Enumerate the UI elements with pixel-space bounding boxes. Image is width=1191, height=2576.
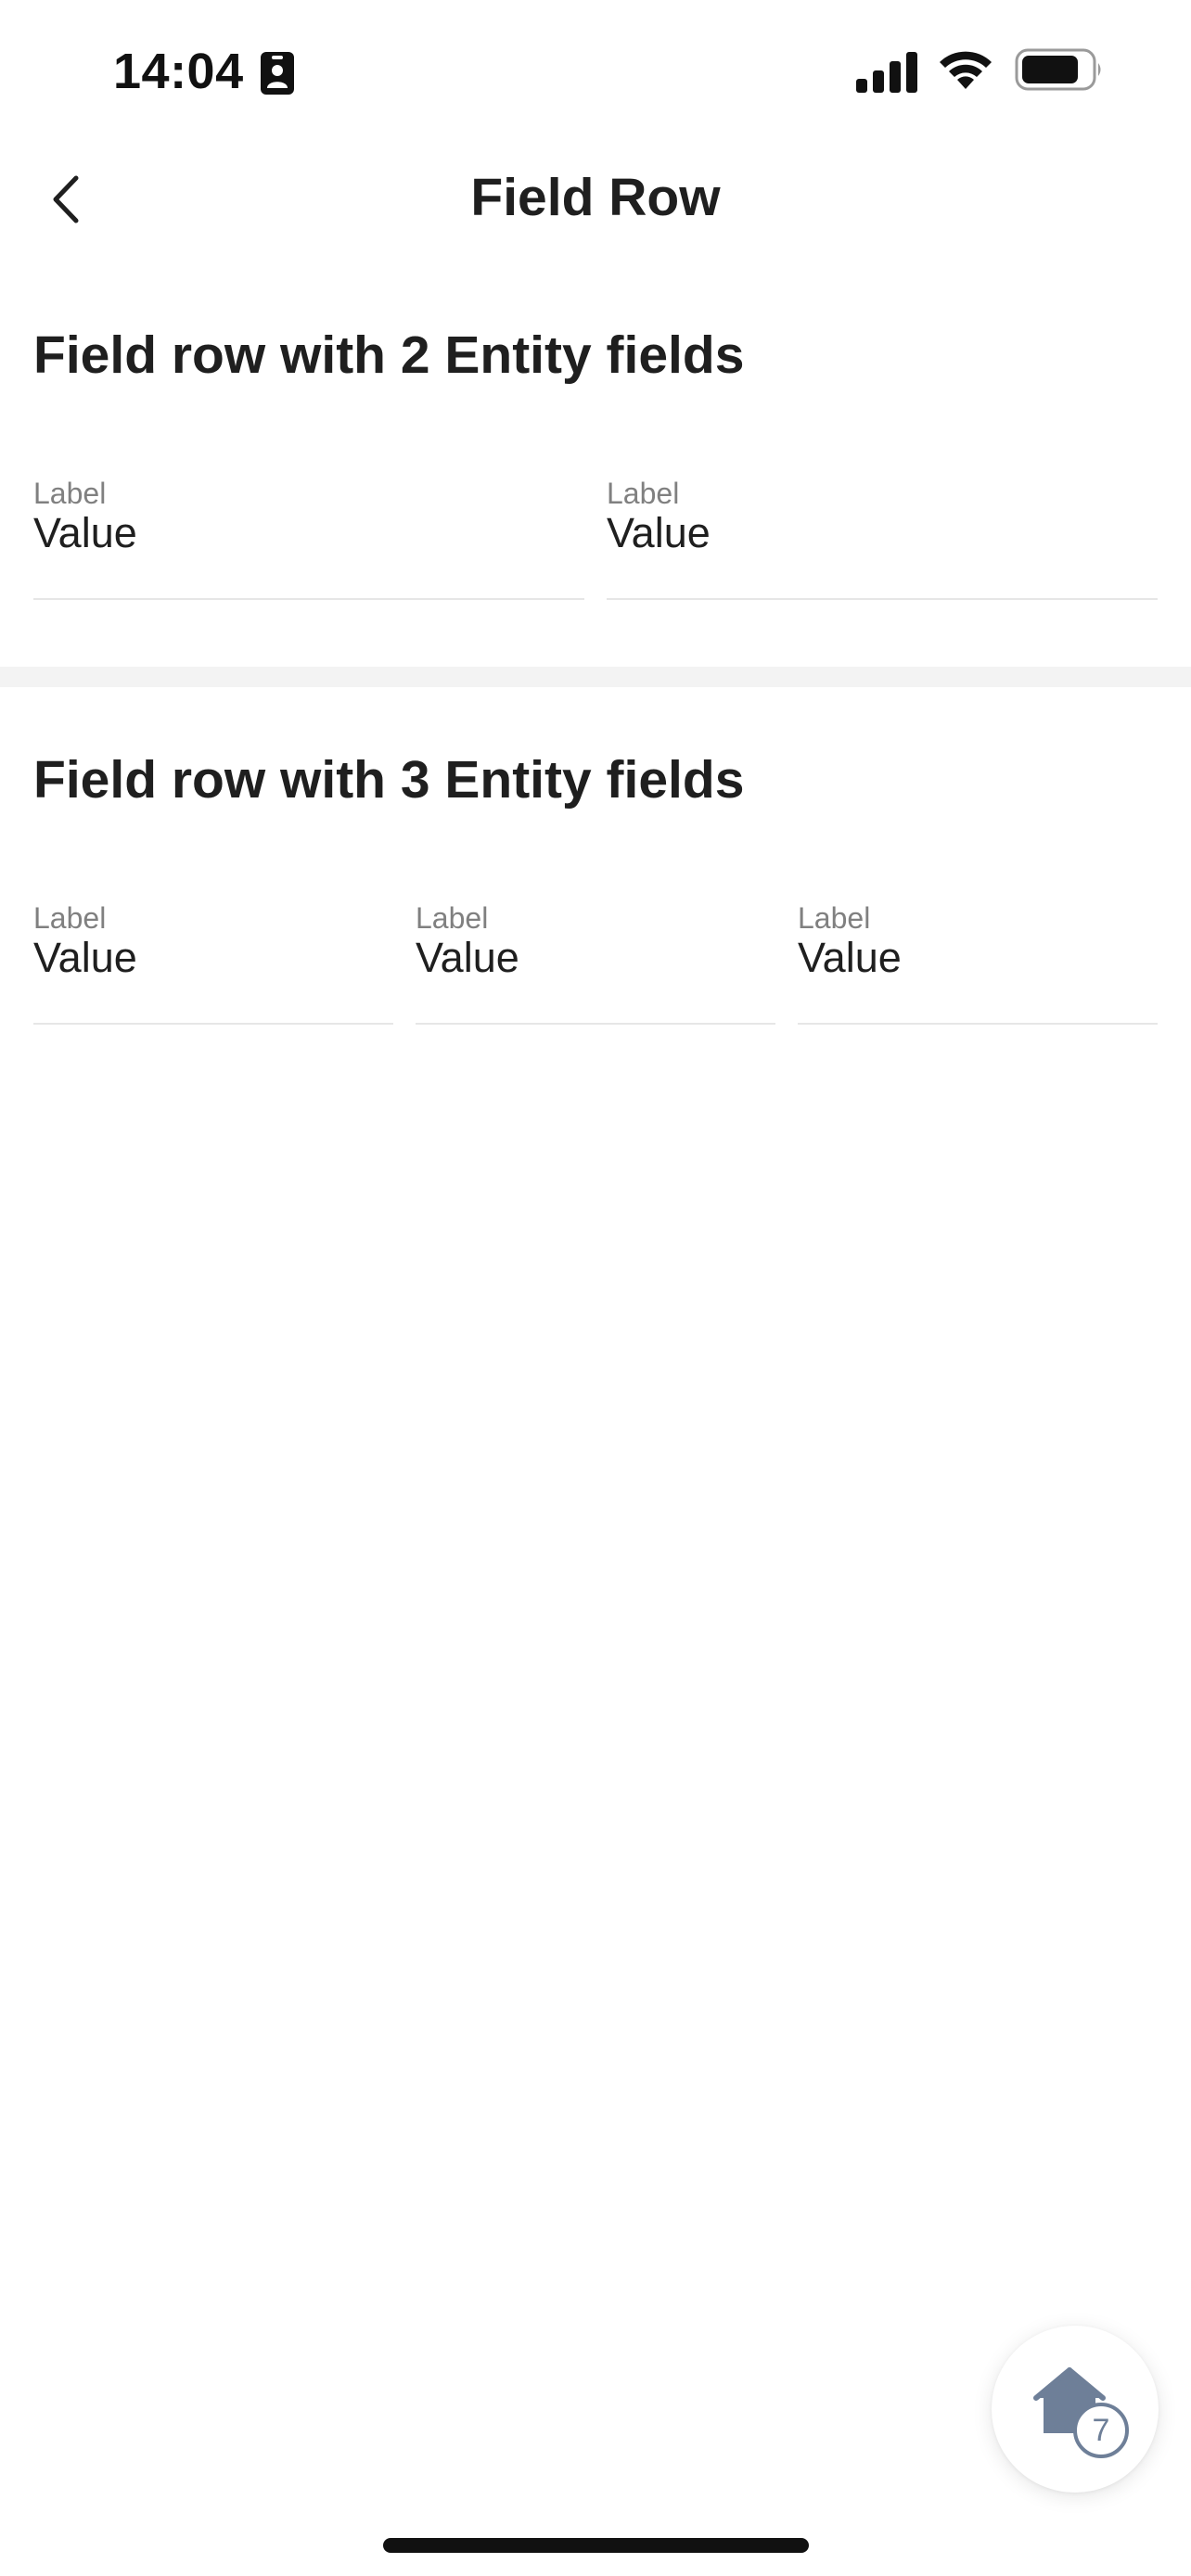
section-divider xyxy=(0,667,1191,687)
entity-field[interactable]: Label Value xyxy=(416,899,775,1025)
entity-field[interactable]: Label Value xyxy=(798,899,1158,1025)
status-time: 14:04 xyxy=(113,44,244,99)
status-bar: 14:04 xyxy=(0,0,1191,139)
entity-field[interactable]: Label Value xyxy=(33,899,393,1025)
page-title: Field Row xyxy=(470,168,721,227)
field-value: Value xyxy=(33,509,137,556)
field-value: Value xyxy=(798,934,902,981)
entity-field[interactable]: Label Value xyxy=(607,475,1158,600)
nav-bar: Field Row xyxy=(0,139,1191,255)
id-badge-icon xyxy=(261,52,294,95)
field-value: Value xyxy=(416,934,519,981)
entity-field[interactable]: Label Value xyxy=(33,475,584,600)
notification-badge: 7 xyxy=(1073,2403,1129,2458)
section-title: Field row with 2 Entity fields xyxy=(33,325,745,385)
field-row: Label Value Label Value Label Value xyxy=(33,899,1158,1025)
field-value: Value xyxy=(607,509,711,556)
home-indicator xyxy=(383,2538,809,2553)
section-title: Field row with 3 Entity fields xyxy=(33,750,745,810)
field-row: Label Value Label Value xyxy=(33,475,1158,600)
field-value: Value xyxy=(33,934,137,981)
battery-icon xyxy=(1015,48,1101,91)
home-fab-button[interactable]: 7 xyxy=(992,2326,1159,2493)
wifi-icon xyxy=(940,51,992,89)
cellular-signal-icon xyxy=(856,52,917,93)
